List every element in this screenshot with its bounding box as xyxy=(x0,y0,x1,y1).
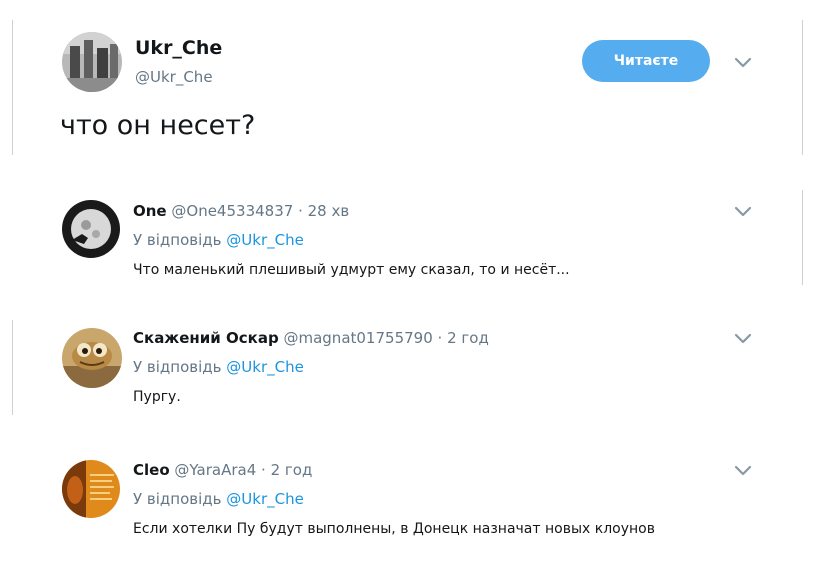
reply-to-label: У відповідь xyxy=(133,358,222,376)
chevron-down-icon[interactable] xyxy=(734,333,752,345)
chevron-down-icon[interactable] xyxy=(734,57,752,69)
user-handle[interactable]: @Ukr_Che xyxy=(135,68,213,86)
card-border-left xyxy=(12,320,13,415)
reply-header: Скажений Оскар @magnat01755790 · 2 год xyxy=(133,329,489,347)
reply-header: Cleo @YaraAra4 · 2 год xyxy=(133,461,312,479)
reply-to-link[interactable]: @Ukr_Che xyxy=(226,490,304,508)
reply-text: Пургу. xyxy=(133,389,181,405)
reply-header: One @One45334837 · 28 хв xyxy=(133,202,349,220)
user-display-name[interactable]: Ukr_Che xyxy=(135,37,222,59)
chevron-down-icon[interactable] xyxy=(734,206,752,218)
chevron-down-icon[interactable] xyxy=(734,465,752,477)
avatar[interactable] xyxy=(62,200,120,258)
tweet-text: что он несет? xyxy=(60,110,256,141)
reply-to-label: У відповідь xyxy=(133,490,222,508)
reply-text: Если хотелки Пу будут выполнены, в Донец… xyxy=(133,521,655,537)
avatar[interactable] xyxy=(62,460,120,518)
reply-author-name[interactable]: Cleo xyxy=(133,461,170,479)
reply-timestamp[interactable]: 28 хв xyxy=(308,202,350,220)
reply-text: Что маленький плешивый удмурт ему сказал… xyxy=(133,262,570,278)
reply-to-label: У відповідь xyxy=(133,231,222,249)
reply-author-name[interactable]: One xyxy=(133,202,167,220)
separator-dot: · xyxy=(437,329,443,347)
reply-to-line: У відповідь @Ukr_Che xyxy=(133,490,304,508)
following-button[interactable]: Читаєте xyxy=(582,40,710,82)
reply-author-handle[interactable]: @YaraAra4 xyxy=(174,461,256,479)
reply-to-line: У відповідь @Ukr_Che xyxy=(133,358,304,376)
reply-to-link[interactable]: @Ukr_Che xyxy=(226,358,304,376)
reply-author-handle[interactable]: @One45334837 xyxy=(171,202,293,220)
reply-to-line: У відповідь @Ukr_Che xyxy=(133,231,304,249)
reply-timestamp[interactable]: 2 год xyxy=(271,461,313,479)
avatar[interactable] xyxy=(62,32,122,92)
separator-dot: · xyxy=(261,461,266,479)
reply-author-handle[interactable]: @magnat01755790 xyxy=(283,329,432,347)
card-border-right xyxy=(802,20,803,155)
reply-timestamp[interactable]: 2 год xyxy=(447,329,489,347)
reply-to-link[interactable]: @Ukr_Che xyxy=(226,231,304,249)
separator-dot: · xyxy=(298,202,303,220)
card-border-right xyxy=(802,190,803,285)
reply-author-name[interactable]: Скажений Оскар xyxy=(133,329,279,347)
card-border-left xyxy=(12,20,13,155)
avatar[interactable] xyxy=(62,328,122,388)
